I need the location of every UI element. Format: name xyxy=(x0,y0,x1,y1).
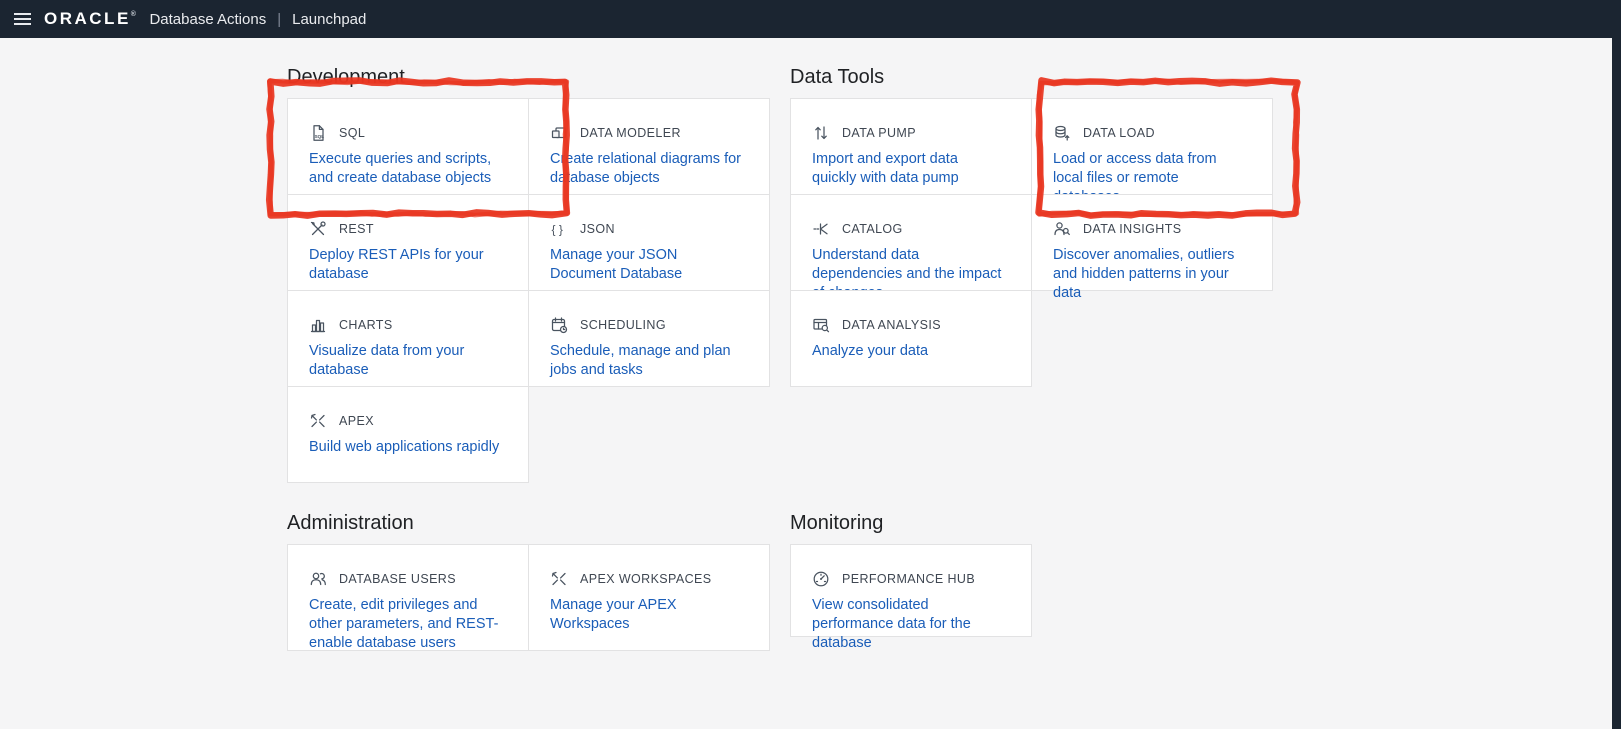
card-label: APEX xyxy=(339,414,374,428)
section-data-tools: Data Tools DATA PUMP Import and export d… xyxy=(790,64,1273,387)
section-title: Development xyxy=(287,66,405,88)
card-description-link[interactable]: Create, edit privileges and other parame… xyxy=(309,596,506,653)
card-label: DATA LOAD xyxy=(1083,126,1155,140)
svg-text:{ }: { } xyxy=(552,223,563,237)
card-data-insights[interactable]: DATA INSIGHTS Discover anomalies, outlie… xyxy=(1031,194,1273,301)
card-grid: PERFORMANCE HUB View consolidated perfor… xyxy=(790,544,1032,651)
card-catalog[interactable]: CATALOG Understand data dependencies and… xyxy=(790,194,1032,301)
card-description-link[interactable]: Build web applications rapidly xyxy=(309,438,506,457)
card-label: DATABASE USERS xyxy=(339,572,456,586)
card-label: SQL xyxy=(339,126,366,140)
card-data-load[interactable]: DATA LOAD Load or access data from local… xyxy=(1031,98,1273,205)
bar-chart-icon xyxy=(309,316,327,334)
card-label: DATA INSIGHTS xyxy=(1083,222,1182,236)
gauge-icon xyxy=(812,570,830,588)
calendar-clock-icon xyxy=(550,316,568,334)
card-label: JSON xyxy=(580,222,615,236)
apex-icon xyxy=(309,412,327,430)
app-title: Database Actions xyxy=(149,10,267,28)
card-grid: DATABASE USERS Create, edit privileges a… xyxy=(287,544,770,651)
section-title: Data Tools xyxy=(790,66,885,88)
card-performance-hub[interactable]: PERFORMANCE HUB View consolidated perfor… xyxy=(790,544,1032,651)
card-label: CHARTS xyxy=(339,318,393,332)
page-title: Launchpad xyxy=(292,10,367,28)
card-description-link[interactable]: Discover anomalies, outliers and hidden … xyxy=(1053,246,1250,303)
card-description-link[interactable]: Manage your JSON Document Database xyxy=(550,246,747,284)
card-description-link[interactable]: Execute queries and scripts, and create … xyxy=(309,150,506,188)
data-modeler-icon xyxy=(550,124,568,142)
card-data-analysis[interactable]: DATA ANALYSIS Analyze your data xyxy=(790,290,1032,387)
title-separator: | xyxy=(277,10,282,28)
rest-tools-icon xyxy=(309,220,327,238)
hamburger-menu-icon[interactable] xyxy=(0,13,44,25)
card-description-link[interactable]: Visualize data from your database xyxy=(309,342,506,380)
database-up-icon xyxy=(1053,124,1071,142)
section-title: Monitoring xyxy=(790,512,884,534)
fork-branch-icon xyxy=(812,220,830,238)
card-label: APEX WORKSPACES xyxy=(580,572,712,586)
card-grid: DATA PUMP Import and export data quickly… xyxy=(790,98,1273,387)
card-label: CATALOG xyxy=(842,222,903,236)
card-charts[interactable]: CHARTS Visualize data from your database xyxy=(287,290,529,387)
card-description-link[interactable]: Schedule, manage and plan jobs and tasks xyxy=(550,342,747,380)
card-description-link[interactable]: Deploy REST APIs for your database xyxy=(309,246,506,284)
person-magnifier-icon xyxy=(1053,220,1071,238)
card-json[interactable]: { } JSON Manage your JSON Document Datab… xyxy=(528,194,770,291)
card-label: DATA ANALYSIS xyxy=(842,318,941,332)
section-development: Development SQL SQL Execute queries and … xyxy=(287,64,770,483)
card-description-link[interactable]: View consolidated performance data for t… xyxy=(812,596,1009,653)
oracle-logo: ORACLE® xyxy=(44,9,139,28)
card-label: DATA MODELER xyxy=(580,126,681,140)
sql-file-icon: SQL xyxy=(309,124,327,142)
card-apex-workspaces[interactable]: APEX WORKSPACES Manage your APEX Workspa… xyxy=(528,544,770,651)
card-description-link[interactable]: Import and export data quickly with data… xyxy=(812,150,1009,188)
users-icon xyxy=(309,570,327,588)
card-data-pump[interactable]: DATA PUMP Import and export data quickly… xyxy=(790,98,1032,195)
card-label: REST xyxy=(339,222,374,236)
card-grid: SQL SQL Execute queries and scripts, and… xyxy=(287,98,770,483)
table-magnifier-icon xyxy=(812,316,830,334)
card-label: SCHEDULING xyxy=(580,318,666,332)
card-data-modeler[interactable]: DATA MODELER Create relational diagrams … xyxy=(528,98,770,195)
app-header: ORACLE® Database Actions | Launchpad xyxy=(0,0,1621,38)
card-description-link[interactable]: Create relational diagrams for database … xyxy=(550,150,747,188)
card-sql[interactable]: SQL SQL Execute queries and scripts, and… xyxy=(287,98,529,195)
braces-icon: { } xyxy=(550,220,568,238)
section-monitoring: Monitoring PERFORMANCE HUB View consolid… xyxy=(790,510,1032,651)
arrows-updown-icon xyxy=(812,124,830,142)
card-description-link[interactable]: Analyze your data xyxy=(812,342,1009,361)
apex-icon xyxy=(550,570,568,588)
card-scheduling[interactable]: SCHEDULING Schedule, manage and plan job… xyxy=(528,290,770,387)
scrollbar-track[interactable] xyxy=(1612,0,1621,729)
section-administration: Administration DATABASE USERS Create, ed… xyxy=(287,510,770,651)
card-database-users[interactable]: DATABASE USERS Create, edit privileges a… xyxy=(287,544,529,651)
section-title: Administration xyxy=(287,512,414,534)
card-rest[interactable]: REST Deploy REST APIs for your database xyxy=(287,194,529,291)
card-label: DATA PUMP xyxy=(842,126,916,140)
card-description-link[interactable]: Manage your APEX Workspaces xyxy=(550,596,747,634)
card-label: PERFORMANCE HUB xyxy=(842,572,976,586)
registered-mark: ® xyxy=(130,11,139,18)
card-apex[interactable]: APEX Build web applications rapidly xyxy=(287,386,529,483)
svg-text:SQL: SQL xyxy=(315,134,325,139)
